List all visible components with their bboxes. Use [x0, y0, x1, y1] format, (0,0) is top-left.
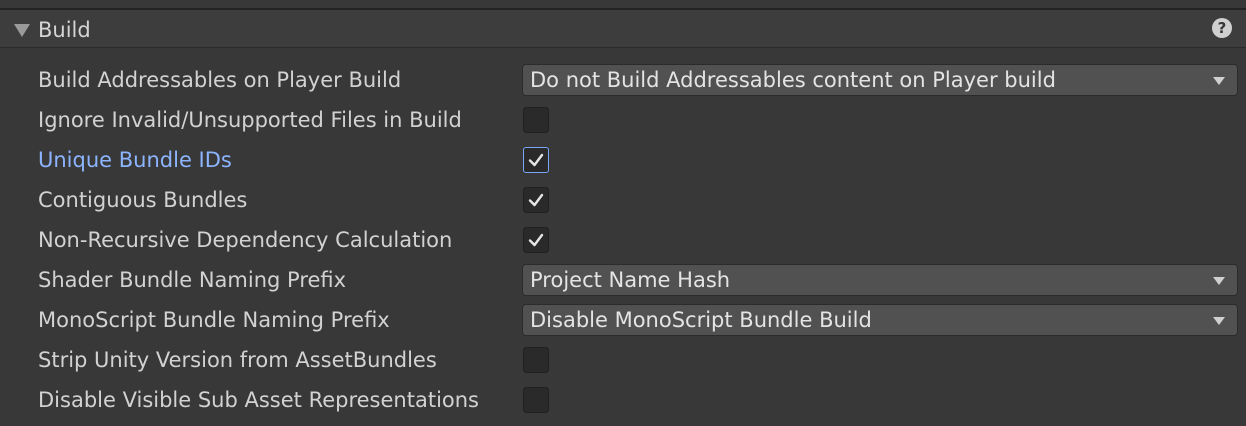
row-disable-visible-sub-asset: Disable Visible Sub Asset Representation…	[0, 380, 1246, 420]
setting-label: Contiguous Bundles	[38, 188, 248, 212]
dropdown-value: Do not Build Addressables content on Pla…	[530, 68, 1056, 92]
dropdown-value: Disable MonoScript Bundle Build	[530, 308, 872, 332]
contiguous-bundles-checkbox[interactable]	[523, 187, 549, 213]
chevron-down-icon	[1213, 77, 1225, 85]
chevron-down-icon	[1213, 277, 1225, 285]
unique-bundle-ids-checkbox[interactable]	[523, 147, 549, 173]
shader-bundle-prefix-dropdown[interactable]: Project Name Hash	[522, 264, 1238, 296]
checkmark-icon	[528, 233, 544, 247]
build-addressables-dropdown[interactable]: Do not Build Addressables content on Pla…	[522, 64, 1238, 96]
setting-label: Build Addressables on Player Build	[38, 68, 402, 92]
setting-label: Strip Unity Version from AssetBundles	[38, 348, 437, 372]
setting-label: Disable Visible Sub Asset Representation…	[38, 388, 479, 412]
settings-rows: Build Addressables on Player Build Do no…	[0, 60, 1246, 420]
chevron-down-icon	[1213, 317, 1225, 325]
row-build-addressables-on-player-build: Build Addressables on Player Build Do no…	[0, 60, 1246, 100]
setting-label: Unique Bundle IDs	[38, 148, 232, 172]
row-monoscript-bundle-naming-prefix: MonoScript Bundle Naming Prefix Disable …	[0, 300, 1246, 340]
build-section-header[interactable]: Build ?	[0, 10, 1246, 48]
checkmark-icon	[528, 193, 544, 207]
setting-label: Shader Bundle Naming Prefix	[38, 268, 347, 292]
monoscript-bundle-prefix-dropdown[interactable]: Disable MonoScript Bundle Build	[522, 304, 1238, 336]
setting-label: Ignore Invalid/Unsupported Files in Buil…	[38, 108, 462, 132]
row-shader-bundle-naming-prefix: Shader Bundle Naming Prefix Project Name…	[0, 260, 1246, 300]
row-unique-bundle-ids: Unique Bundle IDs	[0, 140, 1246, 180]
inspector-panel: Build ? Build Addressables on Player Bui…	[0, 0, 1246, 426]
dropdown-value: Project Name Hash	[530, 268, 731, 292]
row-ignore-invalid-files: Ignore Invalid/Unsupported Files in Buil…	[0, 100, 1246, 140]
help-icon[interactable]: ?	[1212, 18, 1232, 38]
row-non-recursive-dependency: Non-Recursive Dependency Calculation	[0, 220, 1246, 260]
row-contiguous-bundles: Contiguous Bundles	[0, 180, 1246, 220]
non-recursive-dependency-checkbox[interactable]	[523, 227, 549, 253]
setting-label: MonoScript Bundle Naming Prefix	[38, 308, 390, 332]
ignore-invalid-files-checkbox[interactable]	[523, 107, 549, 133]
checkmark-icon	[528, 153, 544, 167]
disable-visible-sub-asset-checkbox[interactable]	[523, 387, 549, 413]
section-title: Build	[38, 18, 91, 42]
foldout-triangle-icon[interactable]	[14, 24, 30, 37]
setting-label: Non-Recursive Dependency Calculation	[38, 228, 453, 252]
row-strip-unity-version: Strip Unity Version from AssetBundles	[0, 340, 1246, 380]
strip-unity-version-checkbox[interactable]	[523, 347, 549, 373]
